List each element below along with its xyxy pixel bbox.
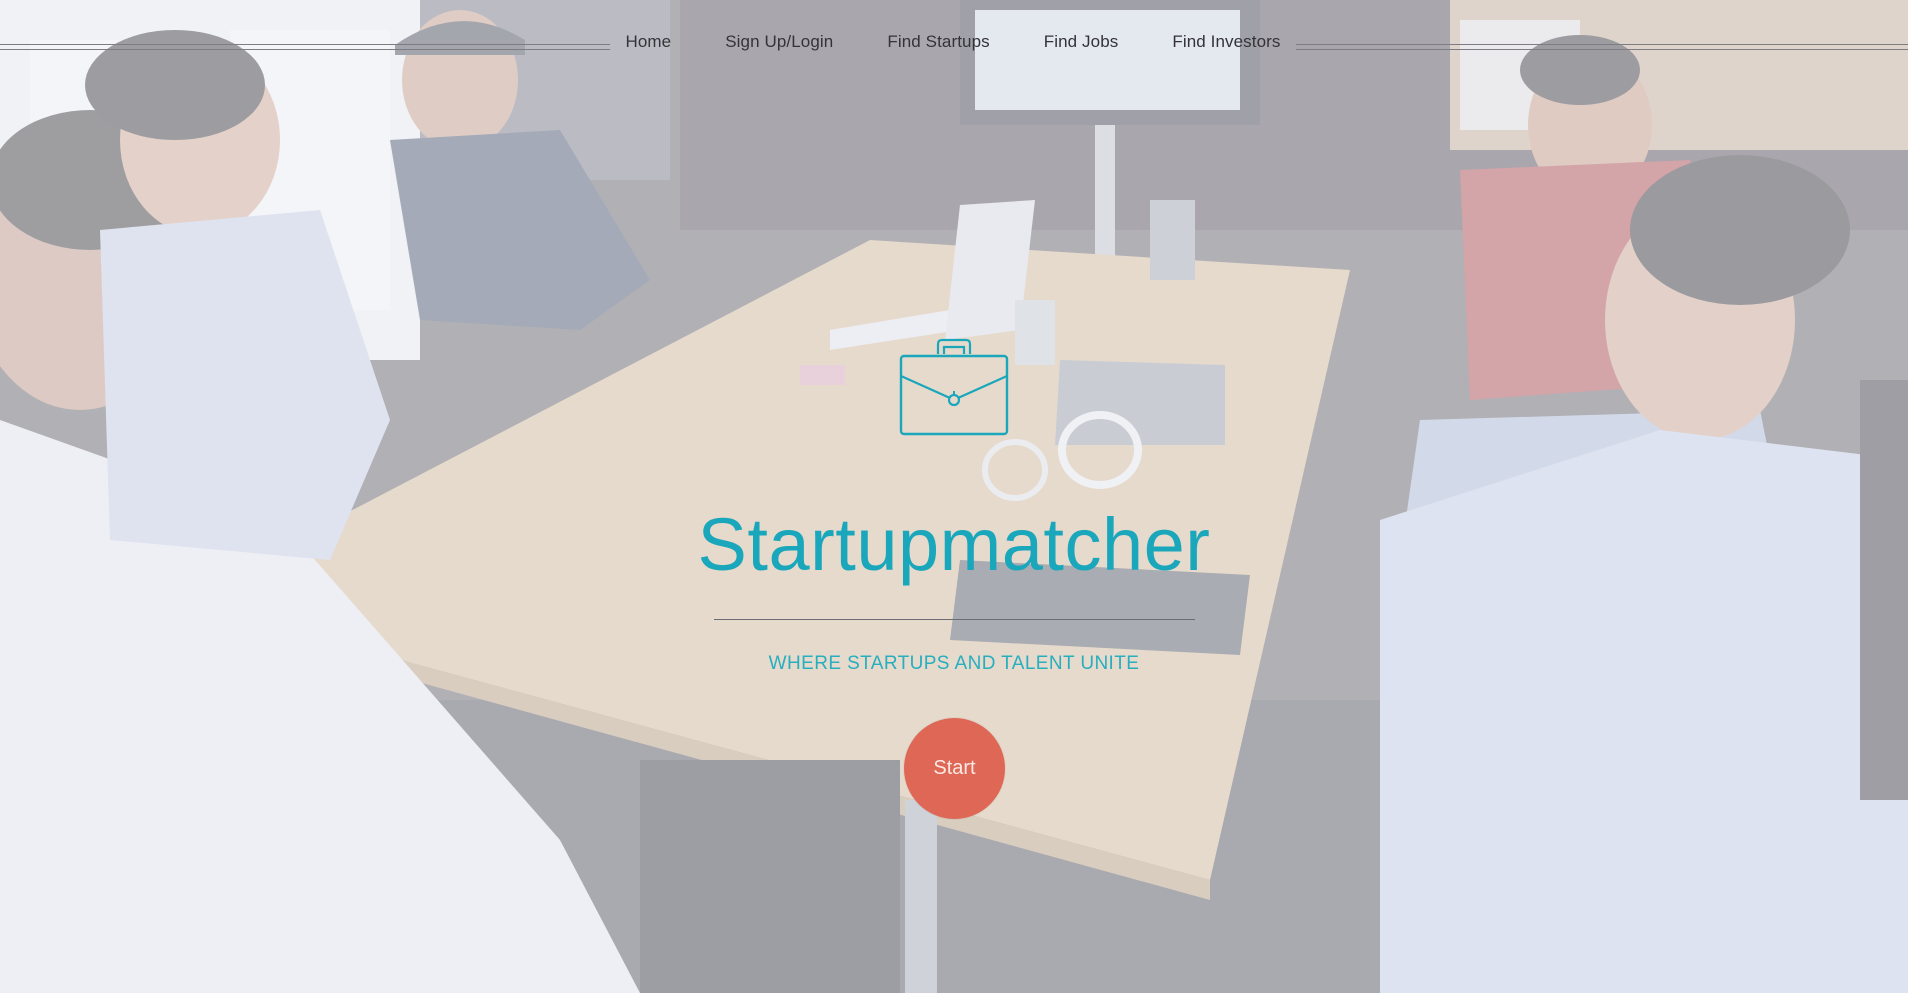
title-divider bbox=[714, 619, 1195, 620]
start-button-label: Start bbox=[933, 757, 976, 779]
start-button[interactable]: Start bbox=[904, 718, 1005, 819]
briefcase-icon bbox=[895, 336, 1013, 438]
brand-title: Startupmatcher bbox=[697, 503, 1211, 586]
tagline: WHERE STARTUPS AND TALENT UNITE bbox=[768, 653, 1140, 674]
hero-section: Startupmatcher WHERE STARTUPS AND TALENT… bbox=[0, 0, 1908, 993]
